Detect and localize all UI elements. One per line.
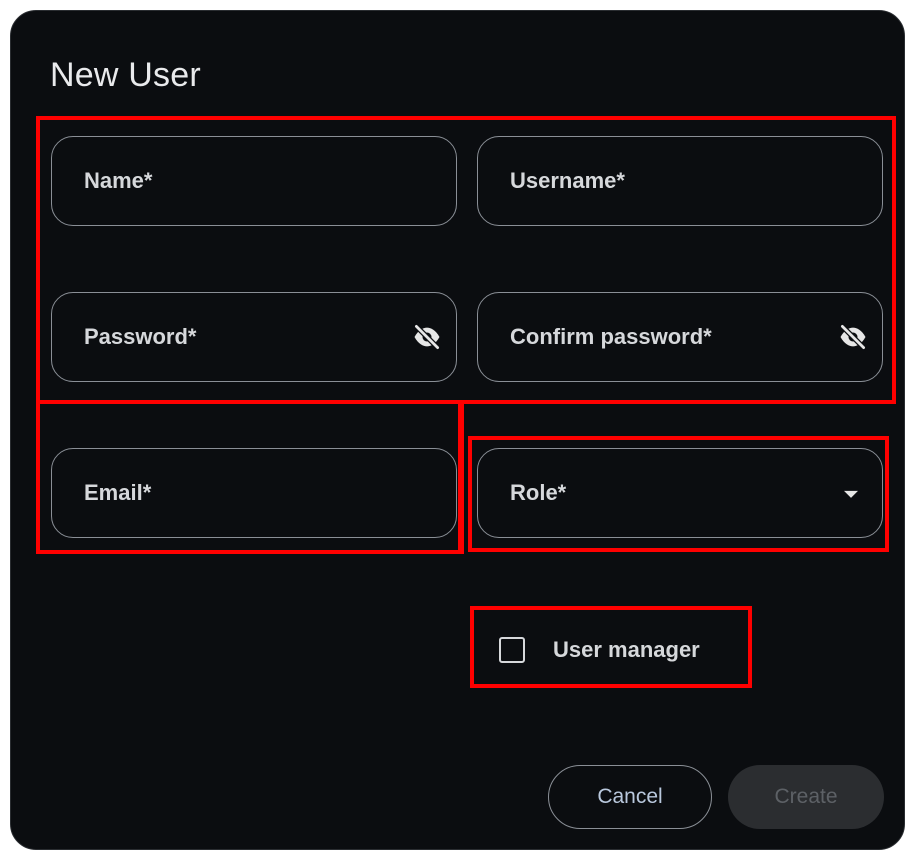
user-manager-checkbox[interactable] bbox=[499, 637, 525, 663]
role-select-label: Role* bbox=[510, 480, 567, 505]
user-manager-label: User manager bbox=[553, 637, 700, 662]
name-field[interactable]: Name* bbox=[51, 136, 457, 226]
eye-off-icon[interactable] bbox=[412, 322, 442, 352]
eye-off-icon[interactable] bbox=[838, 322, 868, 352]
caret-down-icon bbox=[844, 490, 858, 498]
name-field-label: Name* bbox=[84, 168, 153, 193]
dialog-title: New User bbox=[50, 56, 201, 94]
confirm-password-field[interactable]: Confirm password* bbox=[477, 292, 883, 382]
cancel-button[interactable]: Cancel bbox=[548, 765, 712, 829]
username-field-label: Username* bbox=[510, 168, 625, 193]
email-field-label: Email* bbox=[84, 480, 152, 505]
create-button[interactable]: Create bbox=[728, 765, 884, 829]
username-field[interactable]: Username* bbox=[477, 136, 883, 226]
email-field[interactable]: Email* bbox=[51, 448, 457, 538]
role-select[interactable]: Role* bbox=[477, 448, 883, 538]
user-manager-option[interactable]: User manager bbox=[499, 634, 700, 666]
password-field[interactable]: Password* bbox=[51, 292, 457, 382]
password-field-label: Password* bbox=[84, 324, 197, 349]
confirm-password-field-label: Confirm password* bbox=[510, 324, 712, 349]
